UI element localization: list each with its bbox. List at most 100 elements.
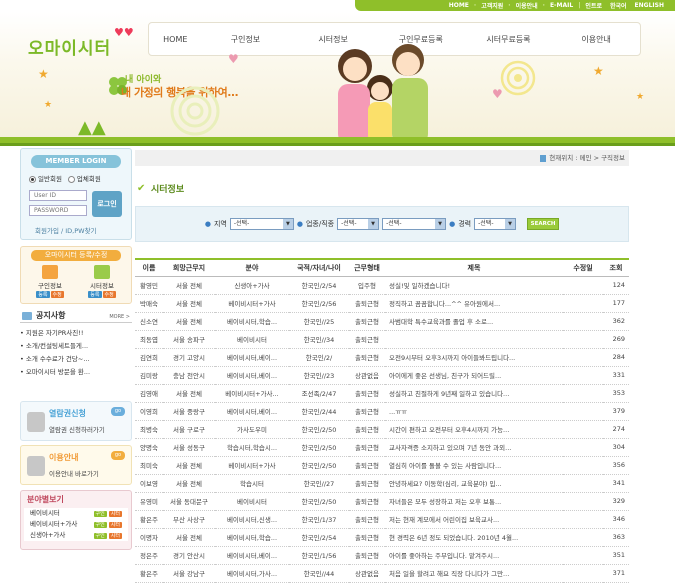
table-row[interactable]: 양명숙 서울 성동구 학습시터,학습시... 한국인/2/50 출퇴근형 교사자격증 소지… [135,438,629,457]
table-cell: 출퇴근형 [349,492,385,511]
row-title-link[interactable]: 성실하고 친절하게 9년째 일하고 있습니다... [385,384,563,403]
password-input[interactable] [29,205,87,216]
category-row[interactable]: 신생아+가사 구인 시터 [24,530,128,541]
chevron-down-icon: ▼ [282,219,293,229]
nav-home[interactable]: HOME [149,35,202,44]
table-cell: 베이비시터,베이... [215,546,289,565]
breadcrumb: 현재위치 : 메인 > 구직정보 [135,150,629,166]
table-cell: 최병숙 [135,420,163,439]
top-link-korean[interactable]: 한국어 [607,1,630,10]
banner-title: 열람권신청 [49,409,86,418]
notice-more-link[interactable]: MORE > [109,310,130,324]
tag-edit[interactable]: 수정 [50,291,64,298]
table-cell: 경기 고양시 [163,348,215,367]
table-cell: 출퇴근형 [349,420,385,439]
tag-edit[interactable]: 수정 [102,291,116,298]
guide-banner[interactable]: 이용안내 go 이용안내 바로가기 [20,445,132,485]
row-title-link[interactable]: 시간이 편하고 오전부터 오후4시까지 가능... [385,420,563,439]
table-cell: 한국인/1/56 [289,546,349,565]
table-row[interactable]: 최병숙 서울 구로구 가사도우미 한국인/2/50 출퇴근형 시간이 편하고 오전부터 오… [135,420,629,439]
row-title-link[interactable]: 오전9시부터 오후3시까지 아이들봐드립니다... [385,348,563,367]
table-row[interactable]: 김미랑 충남 천안시 베이비시터,베이... 한국인//23 상관없음 아이에게 좋은 선… [135,366,629,385]
search-button[interactable]: SEARCH [527,218,560,230]
row-title-link[interactable]: 교사자격증 소지하고 있으며 7년 동안 과외... [385,438,563,457]
top-link-support[interactable]: 고객지원 [478,1,506,10]
join-find-link[interactable]: 회원가입 / ID,PW찾기 [35,225,97,235]
top-link-english[interactable]: ENGLISH [632,2,667,9]
table-row[interactable]: 최미숙 서울 전체 베이비시터+가사 한국인/2/50 출퇴근형 열심히 아이를 돌볼 수… [135,456,629,475]
row-title-link[interactable]: ...ㅠㅠ [385,402,563,421]
nav-guide[interactable]: 이용안내 [552,34,640,45]
star-icon: ★ [593,64,604,78]
table-row[interactable]: 박매숙 서울 전체 베이비시터+가사 한국인/2/56 출퇴근형 정직하고 꼼꼼합니다..… [135,294,629,313]
top-link-intro[interactable]: 인트로 [582,1,605,10]
column-header: 이름 [135,258,163,277]
login-button[interactable]: 로그인 [92,191,122,217]
table-row[interactable]: 신소연 서울 전체 베이비시터,학습... 한국인//25 출퇴근형 사범대학 특수교육과… [135,312,629,331]
table-cell: 한국인//44 [289,564,349,583]
table-cell: 서울 전체 [163,276,215,295]
table-cell: 황영민 [135,276,163,295]
table-cell: 한국인/2/50 [289,456,349,475]
go-button[interactable]: go [111,451,125,460]
register-job-box[interactable]: 구인정보 등록 수정 [29,265,71,301]
table-row[interactable]: 정은주 경기 안산시 베이비시터,베이... 한국인/1/56 출퇴근형 아이를 좋아하는… [135,546,629,565]
user-id-input[interactable] [29,190,87,201]
register-title: 오마이시터 등록/수정 [31,250,121,261]
row-title-link[interactable]: 아이에게 좋은 선생님, 친구가 되어드릴... [385,366,563,385]
bullet-icon: ● [296,220,303,228]
row-title-link[interactable]: 저는 현재 계모에서 어린이집 보육교사... [385,510,563,529]
row-title-link[interactable]: 현 경력은 6년 정도 되었습니다. 2010년 4월... [385,528,563,547]
top-link-guide[interactable]: 이용안내 [513,1,541,10]
table-cell: 한국인/1/37 [289,510,349,529]
notice-item[interactable]: • 오마이시터 방문을 환... [20,366,132,379]
row-title-link[interactable]: 안녕하세요? 이동학(심리, 교육분야) 입... [385,474,563,493]
table-row[interactable]: 이명자 서울 전체 베이비시터,학습... 한국인/2/54 출퇴근형 현 경력은 6년 … [135,528,629,547]
table-cell: 베이비시터,베이... [215,402,289,421]
go-button[interactable]: go [111,407,125,416]
nav-job-info[interactable]: 구인정보 [202,34,290,45]
site-logo[interactable]: 오마이시터 [28,34,111,59]
tag-register[interactable]: 등록 [88,291,102,298]
table-cell [563,546,603,565]
category-row[interactable]: 베이비시터+가사 구인 시터 [24,519,128,530]
career-select[interactable]: -선택- ▼ [474,218,517,230]
chevron-down-icon: ▼ [368,219,379,229]
top-link-email[interactable]: E-MAIL [547,2,576,9]
table-row[interactable]: 황은주 부산 사상구 베이비시터,신생... 한국인/1/37 출퇴근형 저는 현재 계모… [135,510,629,529]
job-select-2[interactable]: -선택- ▼ [382,218,447,230]
row-title-link[interactable]: 열심히 아이를 돌볼 수 있는 사람입니다... [385,456,563,475]
notice-item[interactable]: • 지원은 자기PR사진!! [20,327,132,340]
table-row[interactable]: 최동엽 서울 송파구 베이비시터 한국인//34 출퇴근형 269 [135,330,629,349]
area-select[interactable]: -선택- ▼ [229,218,294,230]
table-row[interactable]: 이보영 서울 전체 학습시터 한국인//27 출퇴근형 안녕하세요? 이동학(심리, 교육… [135,474,629,493]
row-title-link[interactable]: 성실!및 일하겠습니다! [385,276,563,295]
table-row[interactable]: 유영미 서울 동대문구 베이비시터 한국인/2/50 출퇴근형 자녀들은 모두 성장하고 … [135,492,629,511]
table-cell: 출퇴근형 [349,312,385,331]
job-select-1[interactable]: -선택- ▼ [337,218,380,230]
table-row[interactable]: 황은주 서울 강남구 베이비시터,가사... 한국인//44 상관없음 처음 일을 할려고… [135,564,629,583]
radio-business[interactable]: 업체회원 [67,173,101,183]
table-row[interactable]: 김영애 서울 전체 베이비시터+가사... 조선족/2/47 출퇴근형 성실하고 친절하게… [135,384,629,403]
tag-register[interactable]: 등록 [36,291,50,298]
table-row[interactable]: 이영희 서울 중랑구 베이비시터,베이... 한국인/2/44 출퇴근형 ...ㅠㅠ 379 [135,402,629,421]
notice-item[interactable]: • 소개/컨설팅세트들게... [20,340,132,353]
notice-item[interactable]: • 소개 수수료가 건당~... [20,353,132,366]
radio-general[interactable]: 일반회원 [29,173,62,183]
table-row[interactable]: 김연희 경기 고양시 베이비시터,베이... 한국인/2/출퇴근형 오전9시부터 오후3… [135,348,629,367]
row-title-link[interactable]: 자녀들은 모두 성장하고 저는 오후 보통... [385,492,563,511]
category-row[interactable]: 베이비시터 구인 시터 [24,508,128,519]
nav-sitter-register[interactable]: 시터무료등록 [465,34,553,45]
row-title-link[interactable] [385,330,563,349]
row-title-link[interactable]: 처음 일을 할려고 해요 직장 다니다가 그만... [385,564,563,583]
table-cell: 출퇴근형 [349,330,385,349]
table-row[interactable]: 황영민 서울 전체 신생아+가사 한국인/2/54 입주형 성실!및 일하겠습니다! 124 [135,276,629,295]
row-title-link[interactable]: 아이를 좋아하는 주부입니다. 맡겨주시... [385,546,563,565]
top-link-home[interactable]: HOME [446,2,472,9]
table-cell: 341 [603,474,629,493]
register-sitter-box[interactable]: 시터정보 등록 수정 [81,265,123,301]
row-title-link[interactable]: 정직하고 꼼꼼합니다...^^ 유아원에서... [385,294,563,313]
view-request-banner[interactable]: 열람권신청 go 열람권 신청하러가기 [20,401,132,441]
table-cell: 서울 송파구 [163,330,215,349]
row-title-link[interactable]: 사범대학 특수교육과를 졸업 후 소로... [385,312,563,331]
